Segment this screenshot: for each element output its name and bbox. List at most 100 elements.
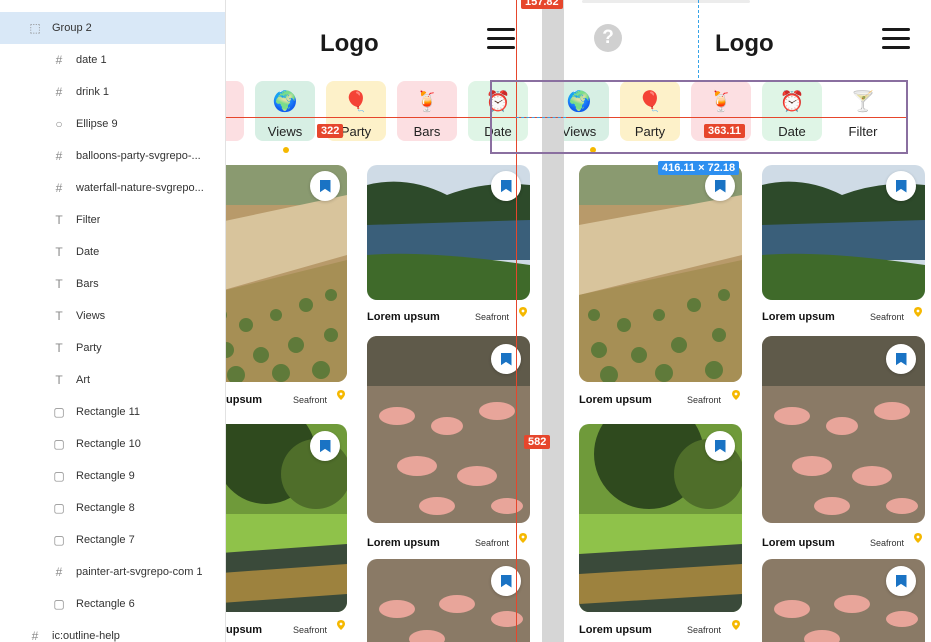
category-bars[interactable]: 🍹 Bars [397, 81, 457, 141]
frame-layer-icon: # [55, 181, 63, 195]
location-pin-icon [914, 533, 922, 543]
card-place: Seafront [293, 625, 328, 635]
card-place: Seafront [687, 625, 722, 635]
rect-layer-icon: ▢ [53, 469, 65, 483]
frame-layer-icon: # [28, 0, 42, 3]
layer-row[interactable]: T Party [0, 332, 225, 364]
location-pin-icon [519, 307, 527, 317]
bookmark-button[interactable] [886, 344, 916, 374]
bookmark-button[interactable] [886, 566, 916, 596]
bookmark-icon [500, 352, 512, 366]
card-place: Seafront [475, 312, 510, 322]
frame-layer-icon: # [55, 149, 63, 163]
canvas[interactable]: Logo 🌍 Views 🎈 Party 🍹 Bars ⏰ Date upsum… [226, 0, 931, 642]
selection-box[interactable] [490, 80, 908, 154]
layer-row[interactable]: T Views [0, 300, 225, 332]
bookmark-icon [500, 574, 512, 588]
measure-badge-width-a: 322 [317, 124, 344, 138]
bookmark-icon [500, 179, 512, 193]
card-place: Seafront [475, 538, 510, 548]
layer-row[interactable]: ⬚ Group 2 [0, 12, 225, 44]
card-title: Lorem upsum [579, 394, 652, 406]
bookmark-icon [714, 439, 726, 453]
layer-label: date 1 [76, 54, 107, 66]
bookmark-icon [895, 179, 907, 193]
layer-row[interactable]: ▢ Rectangle 6 [0, 588, 225, 620]
layer-label: Ellipse 9 [76, 118, 118, 130]
card-place: Seafront [687, 395, 722, 405]
layers-panel: # ⬚ Group 2 # date 1 # drink 1 ○ Ellipse 9 # ballo… [0, 0, 226, 642]
layer-row[interactable]: # painter-art-svgrepo-com 1 [0, 556, 225, 588]
layer-label: painter-art-svgrepo-com 1 [76, 566, 203, 578]
card-title: upsum [226, 394, 263, 406]
card-place: Seafront [870, 538, 905, 548]
layer-row[interactable]: # [0, 0, 225, 12]
layer-row[interactable]: ▢ Rectangle 7 [0, 524, 225, 556]
party-icon: 🎈 [343, 90, 369, 113]
layer-label: Filter [76, 214, 101, 226]
card-place: Seafront [293, 395, 328, 405]
layer-row[interactable]: # ic:outline-help [0, 620, 225, 642]
card-title: Lorem upsum [762, 537, 835, 549]
layer-row[interactable]: ▢ Rectangle 8 [0, 492, 225, 524]
layer-row[interactable]: ○ Ellipse 9 [0, 108, 225, 140]
guide-line [698, 0, 699, 78]
bookmark-icon [895, 574, 907, 588]
layer-label: Views [76, 310, 106, 322]
measure-badge-width-b: 363.11 [704, 124, 746, 138]
frame-layer-icon: # [55, 565, 63, 579]
menu-icon[interactable] [487, 28, 515, 50]
layer-row[interactable]: ▢ Rectangle 9 [0, 460, 225, 492]
layer-label: Rectangle 9 [76, 470, 135, 482]
layer-label: waterfall-nature-svgrepo... [76, 182, 204, 194]
category-art-partial[interactable] [226, 81, 244, 141]
active-category-dot [283, 147, 289, 153]
layer-label: ic:outline-help [52, 630, 120, 642]
location-pin-icon [732, 620, 740, 630]
location-pin-icon [519, 533, 527, 543]
card-title: Lorem upsum [579, 624, 652, 636]
frame-layer-icon: # [31, 629, 39, 642]
card-title: Lorem upsum [367, 537, 440, 549]
layer-row[interactable]: # date 1 [0, 44, 225, 76]
category-label: Views [267, 124, 303, 139]
bookmark-button[interactable] [886, 171, 916, 201]
bookmark-button[interactable] [705, 431, 735, 461]
layer-row[interactable]: # waterfall-nature-svgrepo... [0, 172, 225, 204]
layer-label: Group 2 [52, 22, 92, 34]
menu-icon[interactable] [882, 28, 910, 50]
layer-label: Rectangle 11 [76, 406, 141, 418]
layer-row[interactable]: T Filter [0, 204, 225, 236]
layer-label: Rectangle 6 [76, 598, 135, 610]
layer-row[interactable]: # drink 1 [0, 76, 225, 108]
bookmark-button[interactable] [310, 431, 340, 461]
card-title: Lorem upsum [367, 311, 440, 323]
text-layer-icon: T [55, 373, 63, 387]
layer-label: Rectangle 10 [76, 438, 141, 450]
layer-row[interactable]: T Date [0, 236, 225, 268]
bookmark-button[interactable] [310, 171, 340, 201]
rect-layer-icon: ▢ [53, 501, 65, 515]
text-layer-icon: T [55, 245, 63, 259]
layer-row[interactable]: T Art [0, 364, 225, 396]
bookmark-button[interactable] [705, 171, 735, 201]
category-label: Bars [413, 124, 441, 139]
layer-row[interactable]: ▢ Rectangle 11 [0, 396, 225, 428]
location-pin-icon [337, 390, 345, 400]
layer-row[interactable]: # balloons-party-svgrepo-... [0, 140, 225, 172]
layer-row[interactable]: ▢ Rectangle 10 [0, 428, 225, 460]
help-icon[interactable]: ? [594, 24, 622, 52]
layer-label: Date [76, 246, 100, 258]
location-pin-icon [337, 620, 345, 630]
logo-text: Logo [320, 30, 379, 57]
layer-label: Art [76, 374, 91, 386]
bookmark-icon [319, 439, 331, 453]
rect-layer-icon: ▢ [53, 533, 65, 547]
selection-size-badge: 416.11 × 72.18 [658, 161, 740, 175]
measure-badge-top: 157.82 [521, 0, 563, 9]
category-views[interactable]: 🌍 Views [255, 81, 315, 141]
layer-row[interactable]: T Bars [0, 268, 225, 300]
rect-layer-icon: ▢ [53, 437, 65, 451]
ellipse-layer-icon: ○ [55, 117, 63, 131]
bookmark-icon [319, 179, 331, 193]
